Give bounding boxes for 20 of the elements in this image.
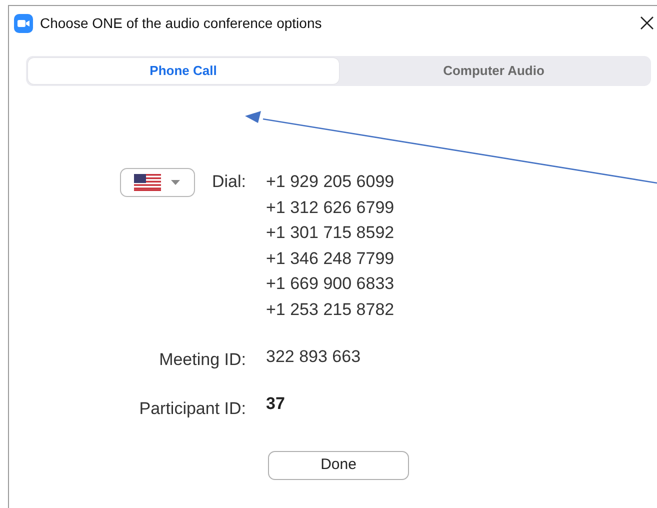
- phone-number: +1 346 248 7799: [266, 248, 394, 270]
- country-dropdown[interactable]: [120, 168, 195, 197]
- participant-id-label: Participant ID:: [139, 398, 246, 420]
- close-button[interactable]: [638, 14, 656, 32]
- phone-number: +1 312 626 6799: [266, 196, 394, 218]
- camera-logo-icon: [14, 14, 33, 32]
- caret-icon: [171, 180, 180, 185]
- phone-number: +1 669 900 6833: [266, 273, 394, 295]
- dial-label: Dial:: [212, 171, 246, 193]
- phone-number: +1 253 215 8782: [266, 298, 394, 320]
- window-title: Choose ONE of the audio conference options: [40, 14, 322, 33]
- tab[interactable]: Computer Audio: [338, 58, 649, 84]
- meeting-id-label: Meeting ID:: [159, 349, 246, 371]
- tab[interactable]: Phone Call: [28, 58, 338, 84]
- phone-number: +1 301 715 8592: [266, 222, 394, 244]
- meeting-id-value: 322 893 663: [266, 346, 361, 368]
- phone-number: +1 929 205 6099: [266, 171, 394, 193]
- flag-icon: [134, 174, 162, 191]
- done-button[interactable]: Done: [268, 451, 409, 480]
- participant-id-value: 37: [266, 393, 285, 415]
